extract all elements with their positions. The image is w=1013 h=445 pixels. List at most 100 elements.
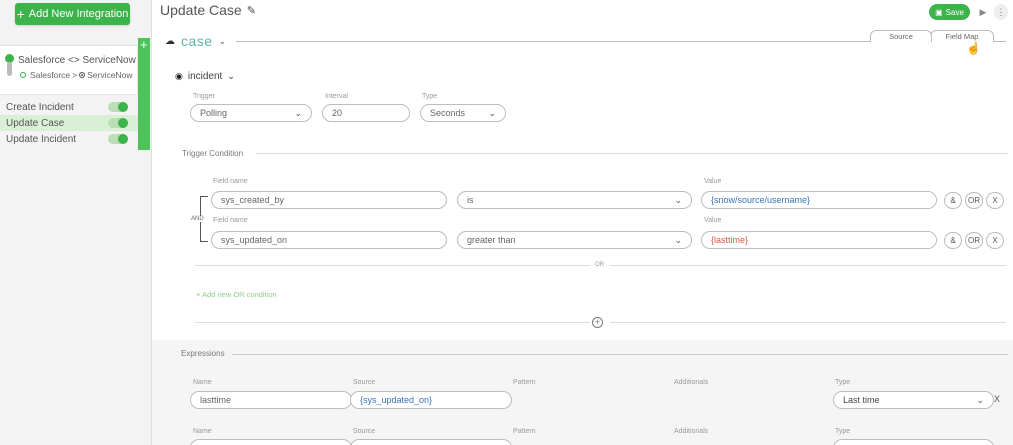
and-label: AND bbox=[191, 216, 204, 222]
source-object-selector[interactable]: ◉ incident ⌄ bbox=[175, 71, 235, 82]
flow-toggle[interactable] bbox=[108, 102, 128, 112]
type-select[interactable]: Seconds ⌄ bbox=[420, 104, 506, 122]
chevron-down-icon: ⌄ bbox=[976, 394, 984, 405]
salesforce-cloud-icon: ☁ bbox=[165, 35, 175, 47]
condition-field-input[interactable]: sys_created_by bbox=[211, 191, 447, 209]
flow-item-update-incident[interactable]: Update Incident bbox=[0, 131, 138, 147]
save-button[interactable]: ▣ Save bbox=[929, 4, 970, 20]
add-condition-plus-icon[interactable]: + bbox=[592, 317, 603, 328]
interval-input[interactable]: 20 bbox=[322, 104, 410, 122]
condition-value-input[interactable]: {snow/source/username} bbox=[701, 191, 937, 209]
remove-condition-button[interactable]: X bbox=[986, 192, 1004, 209]
condition-operator-value: is bbox=[467, 195, 474, 205]
page-title: Update Case ✎ bbox=[160, 2, 256, 18]
plus-icon: + bbox=[140, 37, 148, 52]
and-button[interactable]: & bbox=[944, 232, 962, 249]
flow-label: Update Case bbox=[6, 117, 65, 129]
condition-value-input[interactable]: {lasttime} bbox=[701, 231, 937, 249]
expr-header-source: Source bbox=[353, 428, 376, 435]
source-object-name: incident bbox=[187, 71, 223, 82]
run-button[interactable]: ▶ bbox=[976, 4, 990, 20]
chevron-down-icon: ⌄ bbox=[674, 234, 682, 245]
expression-name-input[interactable]: lasttime bbox=[190, 391, 352, 409]
flow-toggle[interactable] bbox=[108, 118, 128, 128]
expr-header-additionals: Additionals bbox=[674, 379, 709, 386]
or-button[interactable]: OR bbox=[965, 232, 983, 249]
integration-card[interactable]: Salesforce <> ServiceNow Salesforce > Se… bbox=[0, 45, 138, 95]
expr-header-pattern: Pattern bbox=[513, 428, 536, 435]
tab-source[interactable]: Source bbox=[870, 30, 932, 42]
servicenow-icon: ◉ bbox=[175, 71, 183, 81]
add-or-condition-link[interactable]: + Add new OR condition bbox=[196, 290, 277, 299]
field-name-label: Field name bbox=[213, 178, 248, 185]
target-dot-icon bbox=[79, 72, 86, 78]
more-icon: ⋮ bbox=[996, 6, 1006, 17]
interval-label: Interval bbox=[325, 93, 348, 100]
add-new-integration-button[interactable]: + Add New Integration bbox=[15, 3, 130, 25]
close-icon[interactable]: X bbox=[994, 394, 1000, 404]
sidebar: + Add New Integration Salesforce <> Serv… bbox=[0, 0, 152, 445]
condition-value: {snow/source/username} bbox=[711, 195, 811, 205]
field-name-label: Field name bbox=[213, 217, 248, 224]
condition-field-input[interactable]: sys_updated_on bbox=[211, 231, 447, 249]
plus-icon: + bbox=[16, 6, 25, 22]
or-button[interactable]: OR bbox=[965, 192, 983, 209]
chevron-down-icon: ⌄ bbox=[227, 71, 235, 81]
type-value: Seconds bbox=[430, 108, 466, 118]
page-title-text: Update Case bbox=[160, 2, 242, 18]
integration-target: ServiceNow bbox=[87, 70, 133, 80]
integration-route: Salesforce > ServiceNow bbox=[20, 70, 133, 80]
expression-type-select[interactable]: Last time ⌄ bbox=[833, 391, 994, 409]
integration-sep: > bbox=[72, 70, 78, 80]
expression-type-value: Last time bbox=[843, 395, 880, 405]
divider bbox=[256, 153, 1008, 154]
flow-list: Create Incident Update Case Update Incid… bbox=[0, 99, 138, 147]
add-flow-strip[interactable]: + bbox=[138, 37, 150, 150]
object-selector[interactable]: ☁ case ⌄ bbox=[165, 33, 226, 49]
chevron-down-icon: ⌄ bbox=[218, 35, 227, 46]
condition-operator-select[interactable]: greater than ⌄ bbox=[457, 231, 692, 249]
play-icon: ▶ bbox=[979, 6, 987, 17]
expr-header-type: Type bbox=[835, 428, 851, 435]
divider bbox=[610, 265, 1006, 266]
tab-field-map[interactable]: Field Map bbox=[930, 30, 994, 42]
condition-field-value: sys_updated_on bbox=[221, 235, 288, 245]
expression-name-input[interactable] bbox=[190, 439, 352, 445]
expression-name-value: lasttime bbox=[200, 395, 232, 405]
more-options-button[interactable]: ⋮ bbox=[994, 4, 1008, 20]
expr-header-name: Name bbox=[193, 379, 212, 386]
divider bbox=[610, 322, 1006, 323]
expression-source-value: {sys_updated_on} bbox=[360, 395, 433, 405]
condition-field-value: sys_created_by bbox=[221, 195, 285, 205]
expression-source-input[interactable]: {sys_updated_on} bbox=[350, 391, 512, 409]
save-icon: ▣ bbox=[935, 7, 943, 17]
flow-item-update-case[interactable]: Update Case bbox=[0, 115, 138, 131]
divider bbox=[232, 354, 1008, 355]
expression-type-select[interactable] bbox=[833, 439, 994, 445]
type-label: Type bbox=[422, 93, 438, 100]
add-new-integration-label: Add New Integration bbox=[28, 8, 129, 20]
flow-toggle[interactable] bbox=[108, 134, 128, 144]
pencil-icon[interactable]: ✎ bbox=[247, 4, 256, 17]
expressions-heading: Expressions bbox=[181, 349, 225, 358]
expr-header-pattern: Pattern bbox=[513, 379, 536, 386]
integration-toggle[interactable] bbox=[7, 62, 12, 76]
or-separator-label: OR bbox=[595, 262, 604, 268]
value-label: Value bbox=[704, 217, 722, 224]
flow-label: Create Incident bbox=[6, 101, 74, 113]
expr-header-name: Name bbox=[193, 428, 212, 435]
integration-source: Salesforce bbox=[30, 70, 71, 80]
trigger-select[interactable]: Polling ⌄ bbox=[190, 104, 312, 122]
trigger-label: Trigger bbox=[193, 93, 215, 100]
condition-operator-value: greater than bbox=[467, 235, 516, 245]
divider bbox=[195, 265, 590, 266]
integration-title: Salesforce <> ServiceNow bbox=[18, 55, 136, 66]
flow-item-create-incident[interactable]: Create Incident bbox=[0, 99, 138, 115]
remove-condition-button[interactable]: X bbox=[986, 232, 1004, 249]
condition-operator-select[interactable]: is ⌄ bbox=[457, 191, 692, 209]
and-button[interactable]: & bbox=[944, 192, 962, 209]
divider bbox=[195, 322, 590, 323]
expression-source-input[interactable] bbox=[350, 439, 512, 445]
expr-header-type: Type bbox=[835, 379, 851, 386]
interval-value: 20 bbox=[332, 108, 343, 118]
